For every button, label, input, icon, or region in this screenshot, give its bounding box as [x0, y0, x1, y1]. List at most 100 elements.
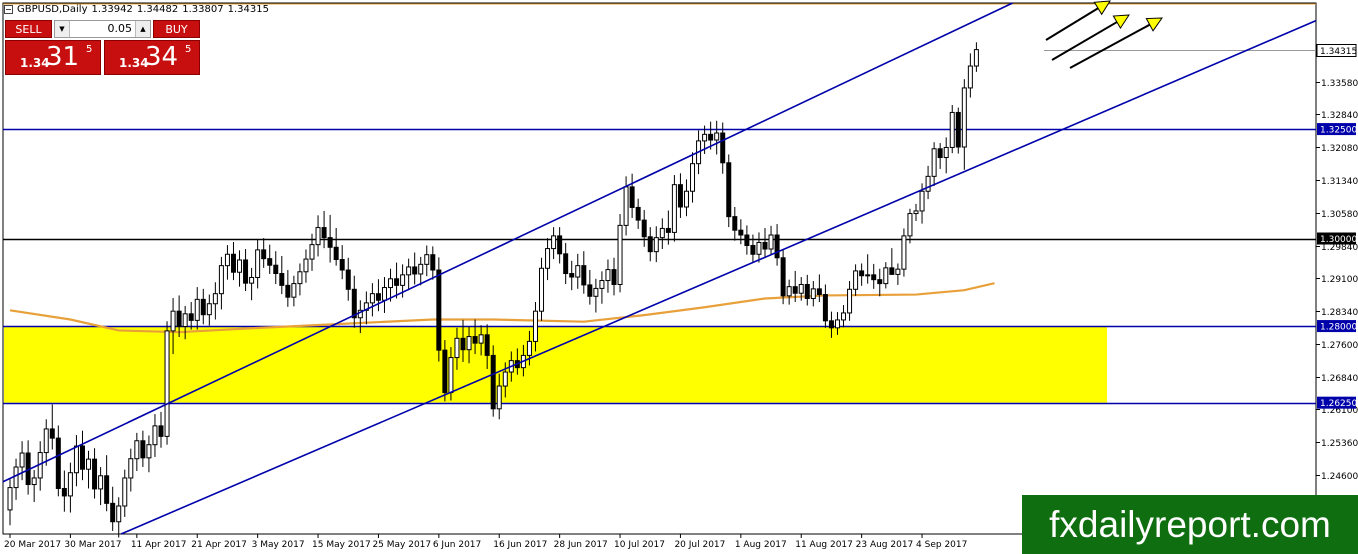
- candle-bull: [502, 371, 508, 387]
- candle-bear: [738, 229, 744, 236]
- candle-bull: [249, 276, 255, 284]
- candle-bear: [200, 298, 206, 316]
- price-tick-label: 1.27600: [1321, 341, 1358, 351]
- candle-bear: [641, 219, 647, 238]
- sell-quote[interactable]: 1.34 31 5: [5, 40, 101, 75]
- candle-bull: [943, 146, 949, 159]
- candle-bull: [847, 288, 853, 314]
- candle-bear: [351, 288, 357, 319]
- candle-bull: [134, 440, 140, 460]
- candle-bull: [7, 487, 13, 511]
- candle-bull: [315, 227, 321, 246]
- time-tick-label: 11 Aug 2017: [795, 540, 853, 550]
- window-menu-icon[interactable]: [4, 5, 13, 14]
- candle-bull: [146, 444, 152, 459]
- candle-bull: [86, 458, 92, 470]
- candle-bear: [955, 111, 961, 148]
- candle-bear: [339, 259, 345, 271]
- candle-bear: [937, 148, 943, 159]
- time-tick-label: 10 Jul 2017: [614, 540, 665, 550]
- time-tick-label: 30 Mar 2017: [64, 540, 121, 550]
- candle-bull: [961, 87, 967, 148]
- candle-bear: [110, 502, 116, 523]
- candle-bull: [19, 452, 25, 468]
- candle-bear: [285, 284, 291, 298]
- candle-bull: [683, 190, 689, 208]
- candle-bear: [828, 320, 834, 329]
- candle-bear: [557, 235, 563, 255]
- candle-bull: [224, 253, 230, 267]
- candle-bull: [466, 336, 472, 351]
- candle-bear: [140, 440, 146, 459]
- candle-bull: [593, 287, 599, 297]
- buy-quote[interactable]: 1.34 34 5: [104, 40, 200, 75]
- candle-bull: [237, 259, 243, 273]
- price-tick-label: 1.30580: [1321, 210, 1358, 220]
- candle-bear: [569, 273, 575, 278]
- candle-bull: [170, 310, 176, 332]
- sell-button[interactable]: SELL: [5, 20, 52, 38]
- candle-bear: [49, 428, 55, 439]
- candle-bear: [708, 133, 714, 141]
- time-tick-label: 23 Aug 2017: [856, 540, 914, 550]
- lot-size-value[interactable]: 0.05: [71, 21, 134, 37]
- candle-bull: [895, 268, 901, 275]
- candle-bull: [31, 477, 37, 486]
- candle-bear: [79, 445, 85, 470]
- candle-bull: [400, 274, 406, 286]
- header-symbol: GBPUSD,Daily: [17, 4, 88, 15]
- candle-bull: [545, 248, 551, 269]
- buy-button[interactable]: BUY: [153, 20, 200, 38]
- candle-bull: [454, 337, 460, 359]
- candle-bull: [309, 244, 315, 260]
- price-tick-label: 1.28340: [1321, 308, 1358, 318]
- candle-bull: [605, 269, 611, 282]
- candle-bear: [732, 216, 738, 231]
- candle-bull: [418, 263, 424, 275]
- watermark-banner: fxdailyreport.com: [1022, 495, 1358, 554]
- header-high: 1.34482: [136, 4, 179, 15]
- candle-bear: [92, 458, 98, 490]
- candle-bear: [436, 269, 442, 351]
- candle-bull: [901, 235, 907, 270]
- candle-bull: [653, 237, 659, 253]
- candle-bull: [659, 227, 665, 239]
- time-tick-label: 1 Aug 2017: [735, 540, 787, 550]
- candle-bear: [859, 270, 865, 277]
- candle-bear: [375, 293, 381, 301]
- candle-bear: [792, 286, 798, 294]
- candle-bull: [388, 278, 394, 289]
- candle-bear: [816, 288, 822, 296]
- candle-bull: [73, 445, 79, 474]
- candle-bull: [671, 184, 677, 233]
- lot-size-field[interactable]: ▼ 0.05 ▲: [54, 20, 151, 38]
- chart-background: [0, 0, 1358, 554]
- price-tick-label: 1.31340: [1321, 177, 1358, 187]
- lot-decrease-icon[interactable]: ▼: [55, 21, 70, 37]
- candle-bull: [714, 132, 720, 141]
- candle-bull: [496, 385, 502, 410]
- level-label: 1.26250: [1320, 399, 1357, 409]
- price-tick-label: 1.24600: [1321, 472, 1358, 482]
- candle-bull: [617, 224, 623, 285]
- candle-bull: [424, 254, 430, 265]
- candle-bull: [532, 310, 538, 342]
- lot-increase-icon[interactable]: ▲: [135, 21, 150, 37]
- candle-bear: [744, 234, 750, 247]
- candle-bear: [665, 227, 671, 233]
- candle-bull: [212, 293, 218, 305]
- price-chart[interactable]: 1.335801.328401.320801.313401.305801.298…: [0, 0, 1358, 554]
- candle-bear: [327, 237, 333, 248]
- price-tick-label: 1.25360: [1321, 439, 1358, 449]
- candle-bear: [176, 310, 182, 328]
- candle-bear: [774, 234, 780, 259]
- candle-bull: [575, 265, 581, 278]
- candle-bull: [406, 266, 412, 276]
- level-label: 1.32500: [1320, 126, 1357, 136]
- candle-bull: [690, 163, 696, 192]
- chart-header: GBPUSD,Daily 1.33942 1.34482 1.33807 1.3…: [4, 4, 269, 15]
- candle-bull: [43, 428, 49, 454]
- candle-bear: [647, 236, 653, 253]
- candle-bear: [871, 274, 877, 281]
- candle-bull: [798, 283, 804, 294]
